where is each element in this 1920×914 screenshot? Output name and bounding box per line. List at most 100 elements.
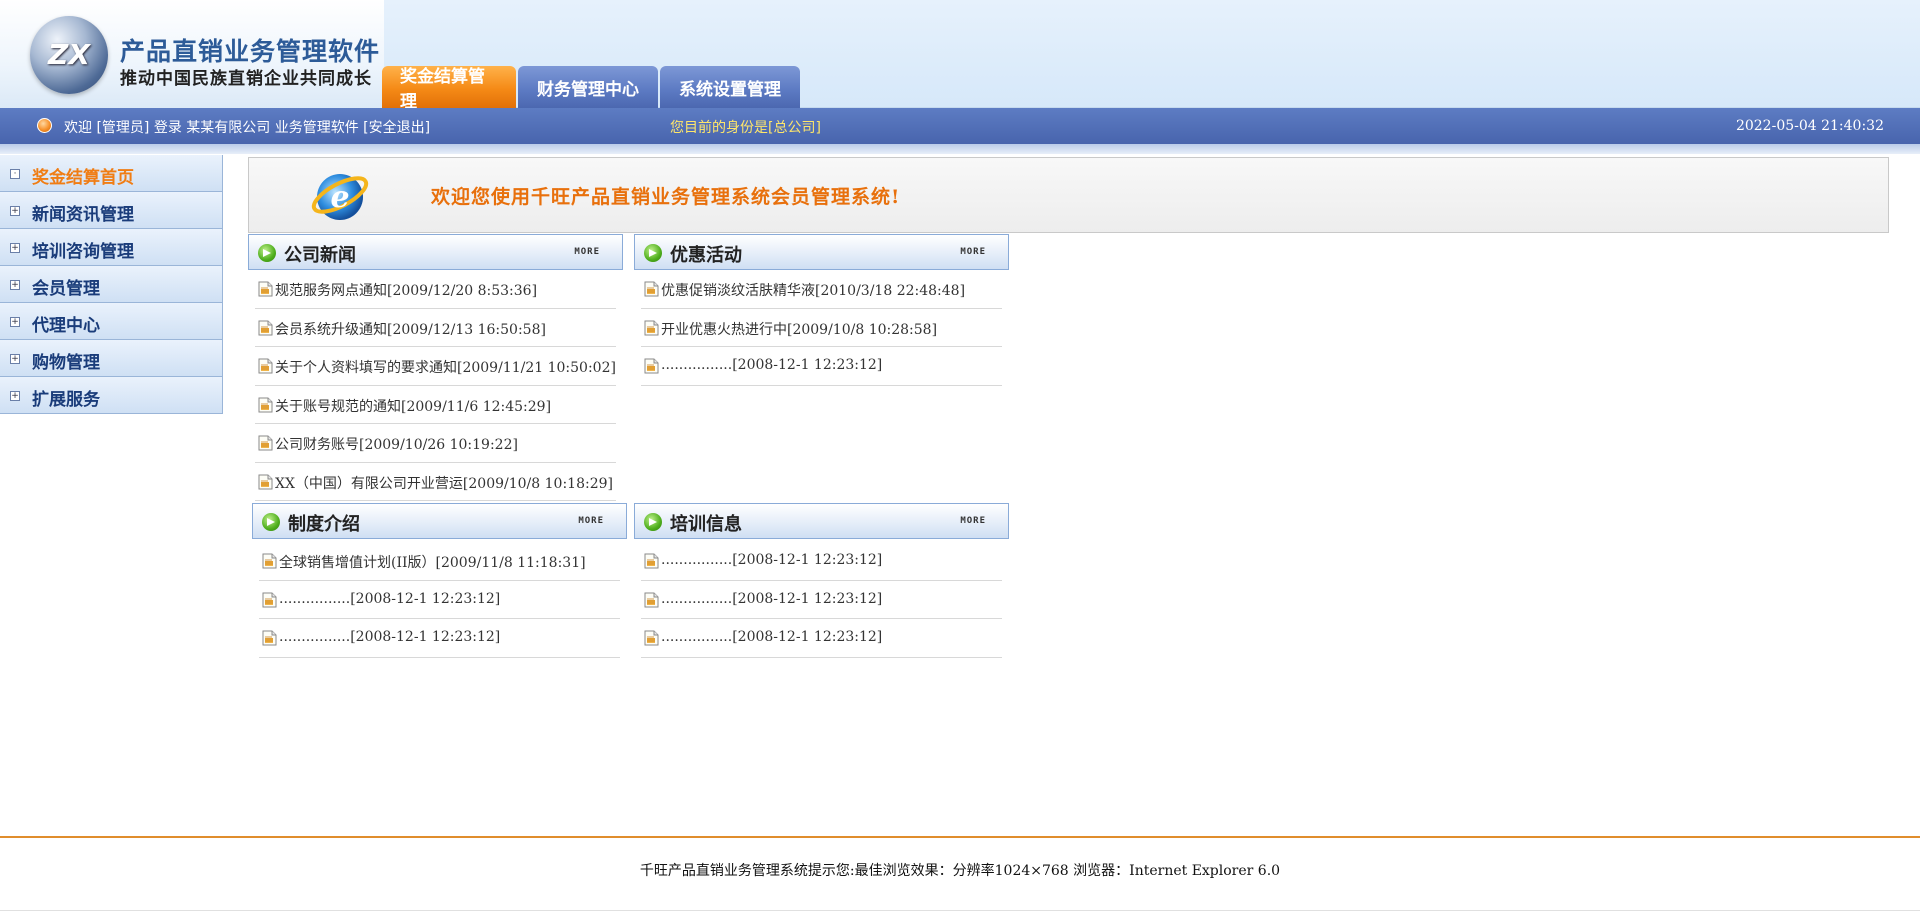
list-item-text: ................[2008-12-1 12:23:12]: [661, 357, 883, 373]
arrow-right-icon: [644, 244, 662, 262]
list-item-text: ................[2008-12-1 12:23:12]: [279, 590, 501, 607]
panel-header: 培训信息 MORE: [634, 503, 1009, 539]
document-icon: [262, 630, 277, 646]
list-item[interactable]: 会员系统升级通知[2009/12/13 16:50:58]: [255, 309, 616, 347]
document-icon: [258, 474, 273, 489]
document-icon: [644, 281, 659, 297]
footer-divider: [0, 836, 1920, 838]
document-icon: [644, 553, 659, 569]
more-link[interactable]: MORE: [574, 247, 600, 257]
sidebar-item-agency[interactable]: + 代理中心: [0, 303, 223, 340]
sidebar-item-label: 会员管理: [32, 279, 100, 299]
document-icon: [258, 320, 273, 335]
sidebar-item-label: 奖金结算首页: [32, 168, 134, 188]
tab-finance-center[interactable]: 财务管理中心: [518, 66, 658, 108]
list-item[interactable]: 规范服务网点通知[2009/12/20 8:53:36]: [255, 270, 616, 309]
ie-logo-icon: e: [311, 174, 369, 220]
panel-title: 制度介绍: [288, 514, 360, 535]
list-item-text: 全球销售增值计划(II版）[2009/11/8 11:18:31]: [279, 555, 586, 571]
list-item[interactable]: ................[2008-12-1 12:23:12]: [259, 619, 620, 658]
list-item[interactable]: ................[2008-12-1 12:23:12]: [259, 581, 620, 619]
sidebar-item-training[interactable]: + 培训咨询管理: [0, 229, 223, 266]
list-item[interactable]: ................[2008-12-1 12:23:12]: [641, 581, 1002, 619]
sidebar-item-news[interactable]: + 新闻资讯管理: [0, 192, 223, 229]
logo-icon: ZX: [30, 16, 108, 94]
list-item[interactable]: 关于个人资料填写的要求通知[2009/11/21 10:50:02]: [255, 347, 616, 386]
list-item[interactable]: XX（中国）有限公司开业营运[2009/10/8 10:18:29]: [255, 463, 616, 501]
more-link[interactable]: MORE: [960, 247, 986, 257]
document-icon: [258, 358, 273, 374]
top-nav: 奖金结算管理 财务管理中心 系统设置管理: [382, 66, 800, 112]
list-item-text: XX（中国）有限公司开业营运[2009/10/8 10:18:29]: [275, 475, 613, 492]
header: ZX 产品直销业务管理软件 推动中国民族直销企业共同成长 奖金结算管理 财务管理…: [0, 0, 1920, 112]
list-item-text: 优惠促销淡纹活肤精华液[2010/3/18 22:48:48]: [661, 283, 966, 299]
welcome-banner: e 欢迎您使用千旺产品直销业务管理系统会员管理系统!: [248, 157, 1889, 233]
tab-system-settings[interactable]: 系统设置管理: [660, 66, 800, 108]
expand-box-icon: +: [10, 280, 20, 290]
arrow-right-icon: [644, 513, 662, 531]
document-icon: [258, 281, 273, 297]
sidebar-item-members[interactable]: + 会员管理: [0, 266, 223, 303]
list-item[interactable]: ................[2008-12-1 12:23:12]: [641, 347, 1002, 386]
list-item[interactable]: 优惠促销淡纹活肤精华液[2010/3/18 22:48:48]: [641, 270, 1002, 309]
datetime: 2022-05-04 21:40:32: [1735, 118, 1884, 134]
policy-list: 全球销售增值计划(II版）[2009/11/8 11:18:31].......…: [252, 539, 627, 658]
logo-area: ZX 产品直销业务管理软件 推动中国民族直销企业共同成长: [0, 0, 384, 108]
panel-promotions: 优惠活动 MORE 优惠促销淡纹活肤精华液[2010/3/18 22:48:48…: [634, 234, 1009, 386]
list-item-text: ................[2008-12-1 12:23:12]: [661, 629, 883, 645]
list-item-text: 规范服务网点通知[2009/12/20 8:53:36]: [275, 283, 538, 299]
list-item-text: 关于个人资料填写的要求通知[2009/11/21 10:50:02]: [275, 360, 616, 376]
role-text: 您目前的身份是[总公司]: [670, 120, 821, 136]
document-icon: [258, 397, 273, 412]
logo-text: ZX: [48, 38, 90, 71]
more-link[interactable]: MORE: [960, 516, 986, 526]
list-item-text: ................[2008-12-1 12:23:12]: [661, 590, 883, 607]
document-icon: [262, 592, 277, 607]
expand-box-icon: +: [10, 206, 20, 216]
document-icon: [258, 435, 273, 451]
more-link[interactable]: MORE: [578, 516, 604, 526]
list-item-text: ................[2008-12-1 12:23:12]: [661, 552, 883, 568]
document-icon: [644, 358, 659, 374]
arrow-right-icon: [262, 513, 280, 531]
document-icon: [262, 553, 277, 569]
document-icon: [644, 592, 659, 607]
sidebar: · 奖金结算首页 + 新闻资讯管理 + 培训咨询管理 + 会员管理 + 代理中心…: [0, 155, 223, 414]
sidebar-item-extensions[interactable]: + 扩展服务: [0, 377, 223, 414]
panel-header: 优惠活动 MORE: [634, 234, 1009, 270]
panel-title: 公司新闻: [284, 245, 356, 266]
list-item[interactable]: ................[2008-12-1 12:23:12]: [641, 542, 1002, 581]
training-list: ................[2008-12-1 12:23:12]....…: [634, 539, 1009, 658]
list-item-text: 会员系统升级通知[2009/12/13 16:50:58]: [275, 321, 546, 338]
welcome-message: 欢迎您使用千旺产品直销业务管理系统会员管理系统!: [431, 186, 901, 208]
tab-bonus-settlement[interactable]: 奖金结算管理: [382, 66, 516, 112]
panel-policy: 制度介绍 MORE 全球销售增值计划(II版）[2009/11/8 11:18:…: [252, 503, 627, 658]
app-title: 产品直销业务管理软件: [120, 37, 381, 66]
panel-header: 制度介绍 MORE: [252, 503, 627, 539]
list-item[interactable]: 开业优惠火热进行中[2009/10/8 10:28:58]: [641, 309, 1002, 347]
list-item[interactable]: ................[2008-12-1 12:23:12]: [641, 619, 1002, 658]
footer-text: 千旺产品直销业务管理系统提示您:最佳浏览效果：分辨率1024×768 浏览器：I…: [639, 863, 1281, 879]
status-bar: 欢迎 [管理员] 登录 某某有限公司 业务管理软件 [安全退出] 您目前的身份是…: [0, 108, 1920, 144]
document-icon: [644, 320, 659, 335]
sidebar-item-label: 购物管理: [32, 353, 100, 373]
sidebar-item-bonus-home[interactable]: · 奖金结算首页: [0, 155, 223, 192]
expand-box-icon: +: [10, 391, 20, 401]
arrow-right-icon: [258, 244, 276, 262]
app-subtitle: 推动中国民族直销企业共同成长: [120, 69, 372, 89]
panel-training: 培训信息 MORE ................[2008-12-1 12:…: [634, 503, 1009, 658]
list-item-text: 公司财务账号[2009/10/26 10:19:22]: [275, 437, 518, 453]
panel-title: 优惠活动: [670, 245, 742, 266]
panel-company-news: 公司新闻 MORE 规范服务网点通知[2009/12/20 8:53:36] 会员…: [248, 234, 623, 501]
list-item-text: 开业优惠火热进行中[2009/10/8 10:28:58]: [661, 321, 938, 338]
status-dot-icon: [37, 118, 52, 133]
list-item[interactable]: 全球销售增值计划(II版）[2009/11/8 11:18:31]: [259, 542, 620, 581]
expand-box-icon: +: [10, 243, 20, 253]
list-item[interactable]: 公司财务账号[2009/10/26 10:19:22]: [255, 424, 616, 463]
sidebar-item-shopping[interactable]: + 购物管理: [0, 340, 223, 377]
panel-header: 公司新闻 MORE: [248, 234, 623, 270]
list-item-text: 关于账号规范的通知[2009/11/6 12:45:29]: [275, 398, 552, 415]
welcome-text[interactable]: 欢迎 [管理员] 登录 某某有限公司 业务管理软件 [安全退出]: [64, 117, 430, 137]
expand-box-icon: +: [10, 354, 20, 364]
list-item[interactable]: 关于账号规范的通知[2009/11/6 12:45:29]: [255, 386, 616, 424]
